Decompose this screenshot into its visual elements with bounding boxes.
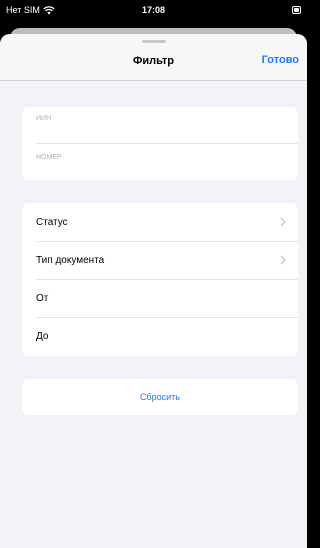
done-button[interactable]: Готово <box>262 54 299 66</box>
document-type-row[interactable]: Тип документа <box>22 241 298 279</box>
reset-button[interactable]: Сбросить <box>22 379 298 415</box>
chevron-right-icon <box>280 255 286 265</box>
number-field-row <box>22 143 298 179</box>
input-group <box>22 107 298 180</box>
iin-field-row <box>22 107 298 143</box>
reset-group: Сбросить <box>22 379 298 415</box>
status-bar: Нет SIM 17:08 <box>0 0 307 22</box>
clock: 17:08 <box>141 5 166 15</box>
navigation-bar: Фильтр Готово <box>0 34 307 81</box>
date-to-label: До <box>36 330 49 342</box>
date-from-label: От <box>36 292 49 304</box>
iin-field[interactable] <box>22 107 298 143</box>
status-label: Статус <box>36 216 68 228</box>
chevron-right-icon <box>280 217 286 227</box>
sheet-grabber[interactable] <box>141 40 166 43</box>
date-from-row[interactable]: От <box>22 279 298 317</box>
status-row[interactable]: Статус <box>22 203 298 241</box>
battery-icon <box>292 6 301 14</box>
date-to-row[interactable]: До <box>22 317 298 355</box>
number-field[interactable] <box>22 143 298 179</box>
filter-options-list: Статус Тип документа От До <box>22 203 298 356</box>
document-type-label: Тип документа <box>36 254 105 266</box>
